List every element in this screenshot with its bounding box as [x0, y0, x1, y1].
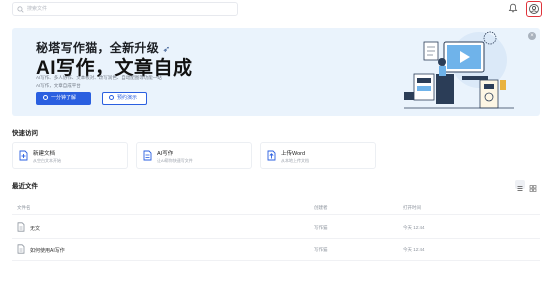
search-box[interactable]	[12, 2, 238, 16]
banner-illustration	[404, 31, 514, 109]
upload-word-card[interactable]: 上传Word 从本地上传文档	[260, 142, 376, 169]
list-view-toggle[interactable]	[515, 180, 525, 191]
upload-word-title: 上传Word	[281, 151, 306, 157]
new-document-subtitle: 从空白文本开始	[33, 158, 61, 163]
document-icon	[17, 244, 25, 254]
recent-files-title: 最近文件	[12, 183, 38, 190]
ai-write-title: AI写作	[157, 151, 174, 157]
row-divider	[12, 260, 540, 261]
file-opened-time: 今天 12:44	[403, 225, 425, 230]
banner-close-icon[interactable]: ×	[528, 32, 536, 40]
column-header-name[interactable]: 文件名	[17, 205, 31, 211]
banner-description: AI写作、多人协作、文本校对、改写润色、自动配图等功能一站	[36, 75, 162, 80]
ai-write-card[interactable]: AI写作 让AI帮你快速写文件	[136, 142, 252, 169]
search-icon	[17, 6, 24, 13]
file-name: 如何使用AI写作	[30, 248, 65, 254]
column-header-owner[interactable]: 创建者	[314, 205, 328, 211]
user-avatar-button[interactable]	[526, 1, 542, 17]
table-row[interactable]: 如何使用AI写作 写作猫 今天 12:44	[12, 240, 540, 260]
new-document-card[interactable]: 新建文档 从空白文本开始	[12, 142, 128, 169]
table-row[interactable]: 无文 写作猫 今天 12:44	[12, 218, 540, 238]
quick-access-title: 快速访问	[12, 130, 38, 137]
play-icon	[43, 94, 48, 100]
file-name: 无文	[30, 226, 41, 232]
file-opened-time: 今天 12:44	[403, 247, 425, 252]
clock-icon	[109, 94, 114, 100]
new-document-title: 新建文档	[33, 151, 56, 157]
promo-banner: × 秘塔写作猫，全新升级 ➶ AI写作，文章自成 AI写作、多人协作、文本校对、…	[12, 28, 540, 116]
book-demo-button[interactable]: 预约演示	[102, 92, 147, 105]
learn-more-label: 一分钟了解	[51, 95, 77, 101]
ai-write-subtitle: 让AI帮你快速写文件	[157, 158, 193, 163]
grid-view-icon	[529, 185, 537, 192]
upload-word-icon	[267, 150, 276, 161]
row-divider	[12, 238, 540, 239]
list-view-icon	[517, 186, 523, 191]
notification-bell-icon[interactable]	[508, 3, 518, 13]
file-owner: 写作猫	[314, 247, 328, 252]
table-divider	[12, 214, 540, 215]
user-avatar-icon	[529, 4, 539, 14]
search-input[interactable]	[27, 4, 227, 14]
book-demo-label: 预约演示	[117, 95, 138, 101]
upload-word-subtitle: 从本地上传文档	[281, 158, 309, 163]
file-owner: 写作猫	[314, 225, 328, 230]
grid-view-toggle[interactable]	[528, 180, 538, 192]
document-icon	[17, 222, 25, 232]
column-header-opened[interactable]: 打开时间	[403, 205, 421, 211]
learn-more-button[interactable]: 一分钟了解	[36, 92, 91, 105]
ai-write-icon	[143, 150, 152, 161]
new-doc-icon	[19, 150, 28, 161]
banner-description-2: AI写作，文章自成平台	[36, 83, 81, 88]
top-bar	[0, 0, 552, 20]
